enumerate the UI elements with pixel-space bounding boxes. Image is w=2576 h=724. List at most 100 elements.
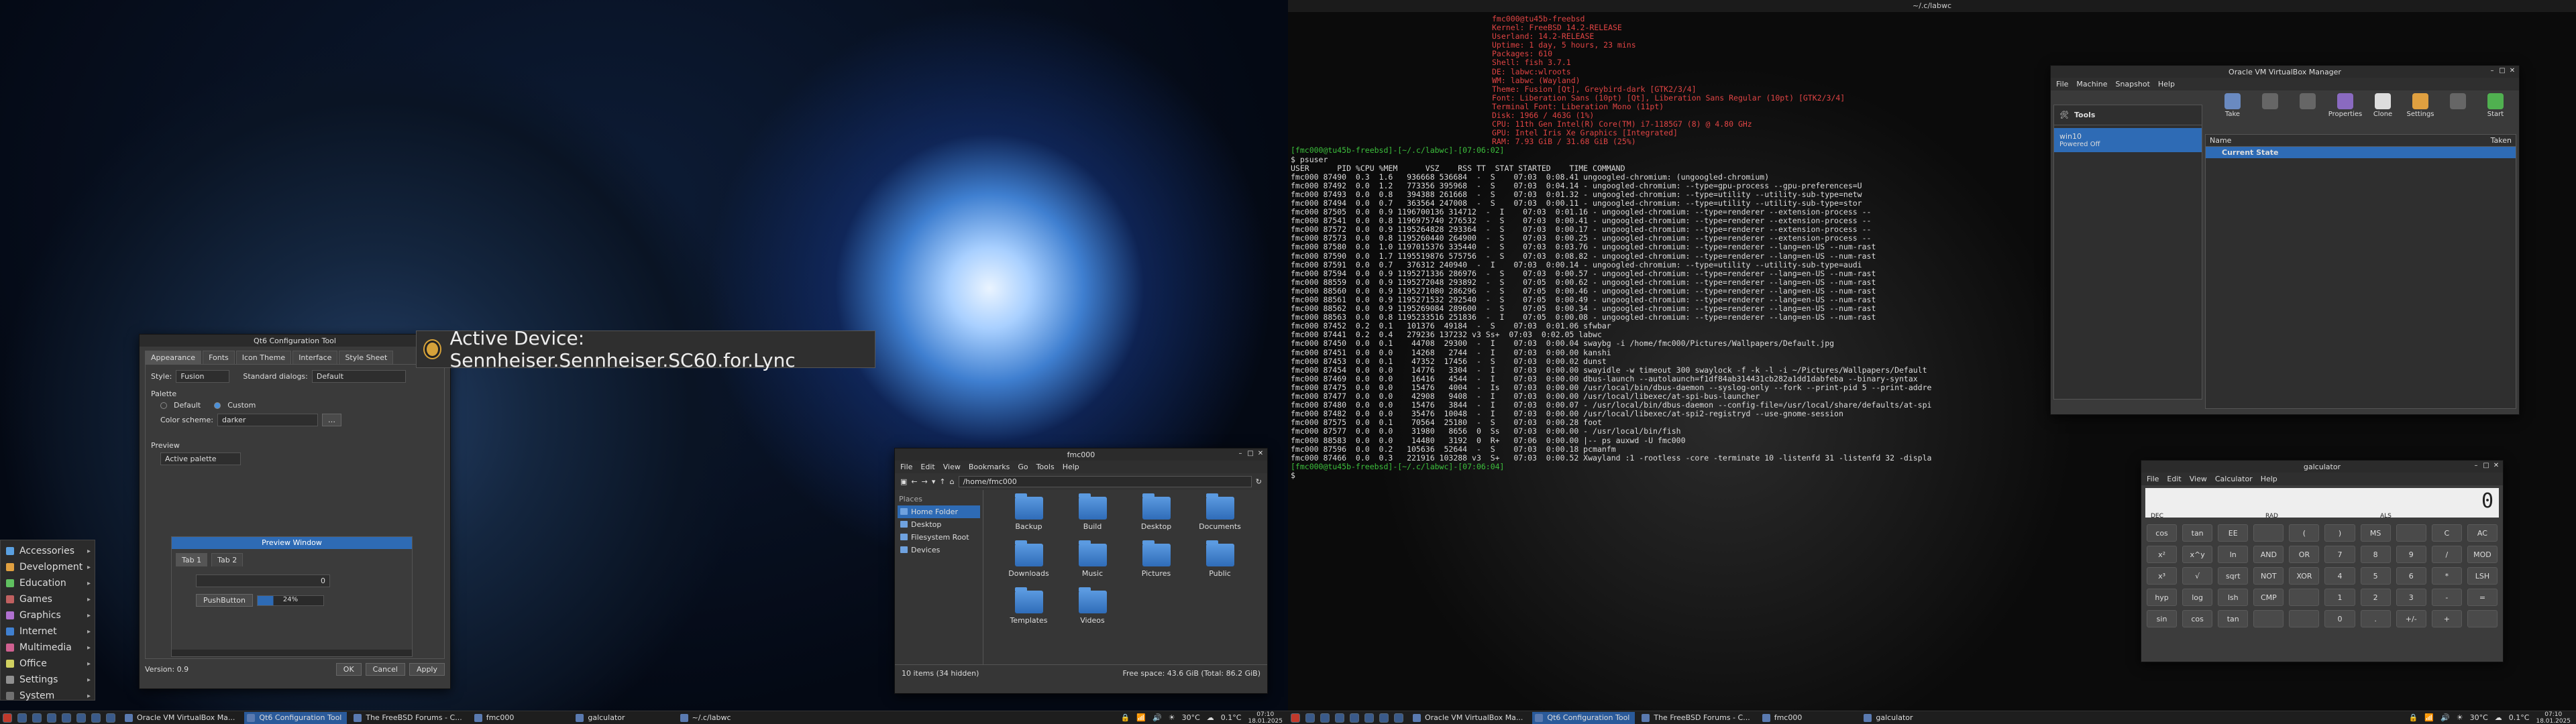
dialogs-select[interactable]: Default <box>311 370 406 383</box>
calc-key[interactable]: lsh <box>2218 589 2249 606</box>
menu-help[interactable]: Help <box>1063 463 1079 471</box>
network-icon[interactable]: 📶 <box>2424 713 2434 722</box>
calc-key[interactable]: 1 <box>2324 589 2355 606</box>
task-virtualbox[interactable]: Oracle VM VirtualBox Ma... <box>1410 712 1528 724</box>
lock-icon[interactable]: 🔒 <box>1121 713 1130 722</box>
menu-help[interactable]: Help <box>2261 475 2277 483</box>
close-icon[interactable]: ✕ <box>1256 450 1265 458</box>
folder-pictures[interactable]: Pictures <box>1124 540 1188 591</box>
calc-key[interactable]: C <box>2431 524 2462 542</box>
style-select[interactable]: Fusion <box>176 370 230 383</box>
menu-view[interactable]: View <box>943 463 961 471</box>
launcher-icon[interactable] <box>76 713 86 723</box>
current-state-row[interactable]: Current State <box>2206 147 2516 158</box>
folder-backup[interactable]: Backup <box>997 493 1061 544</box>
new-tab-icon[interactable]: ▣ <box>900 477 907 486</box>
radio-custom-icon[interactable] <box>214 402 221 409</box>
ok-button[interactable]: OK <box>335 663 362 676</box>
task-forums[interactable]: The FreeBSD Forums - C... <box>351 712 467 724</box>
task-galculator[interactable]: galculator <box>573 712 630 724</box>
launcher-icon[interactable] <box>62 713 71 723</box>
calc-key[interactable]: AC <box>2467 524 2498 542</box>
task-qt6[interactable]: Qt6 Configuration Tool <box>244 711 347 724</box>
task-forums[interactable]: The FreeBSD Forums - C... <box>1639 712 1755 724</box>
vbox-titlebar[interactable]: Oracle VM VirtualBox Manager – □ ✕ <box>2051 66 2519 78</box>
menu-file[interactable]: File <box>2056 80 2068 88</box>
tab-style-sheet[interactable]: Style Sheet <box>339 351 394 364</box>
menu-system[interactable]: System <box>1 688 95 704</box>
calc-key[interactable]: EE <box>2218 524 2249 542</box>
calc-key[interactable]: / <box>2431 546 2462 563</box>
calc-key[interactable]: log <box>2182 589 2213 606</box>
calc-key[interactable]: ) <box>2324 524 2355 542</box>
calc-key[interactable]: 3 <box>2396 589 2426 606</box>
calc-key[interactable] <box>2253 610 2284 627</box>
maximize-icon[interactable]: □ <box>2482 462 2490 470</box>
launcher-icon[interactable] <box>1335 713 1344 723</box>
calc-key[interactable]: * <box>2431 567 2462 585</box>
calc-key[interactable]: 0 <box>2324 610 2355 627</box>
cancel-button[interactable]: Cancel <box>365 663 405 676</box>
menu-help[interactable]: Help <box>2158 80 2175 88</box>
menu-accessories[interactable]: Accessories <box>1 543 95 559</box>
calc-key[interactable]: 7 <box>2324 546 2355 563</box>
calc-key[interactable]: + <box>2431 610 2462 627</box>
start-button[interactable]: Start <box>2479 93 2512 118</box>
folder-documents[interactable]: Documents <box>1188 493 1252 544</box>
mode-dec[interactable]: DEC <box>2151 513 2163 520</box>
calc-key[interactable] <box>2289 610 2320 627</box>
settings-button[interactable]: Settings <box>2404 93 2437 118</box>
calc-key[interactable]: +/- <box>2396 610 2426 627</box>
task-virtualbox[interactable]: Oracle VM VirtualBox Ma... <box>122 712 240 724</box>
minimize-icon[interactable]: – <box>1236 450 1244 458</box>
preview-spinbox[interactable]: 0 <box>196 575 330 587</box>
calc-key[interactable]: cos <box>2147 524 2178 542</box>
back-icon[interactable]: ← <box>911 477 917 486</box>
calc-key[interactable]: 8 <box>2360 546 2391 563</box>
task-terminal[interactable]: ~/.c/labwc <box>678 712 737 724</box>
go-icon[interactable]: ↻ <box>1256 477 1262 486</box>
calc-key[interactable]: OR <box>2289 546 2320 563</box>
calc-key[interactable]: 9 <box>2396 546 2426 563</box>
calc-key[interactable]: 6 <box>2396 567 2426 585</box>
lock-icon[interactable]: 🔒 <box>2409 713 2418 722</box>
menu-internet[interactable]: Internet <box>1 623 95 640</box>
clock[interactable]: 07:10 18.01.2025 <box>2536 711 2571 724</box>
launcher-icon[interactable] <box>1379 713 1389 723</box>
calc-key[interactable]: LSH <box>2467 567 2498 585</box>
preview-tab-2[interactable]: Tab 2 <box>211 553 244 566</box>
menu-go[interactable]: Go <box>1018 463 1028 471</box>
menu-education[interactable]: Education <box>1 575 95 591</box>
close-icon[interactable]: ✕ <box>2508 67 2516 75</box>
menu-file[interactable]: File <box>900 463 912 471</box>
menu-tools[interactable]: Tools <box>1036 463 1055 471</box>
home-icon[interactable]: ⌂ <box>950 477 955 486</box>
place-root[interactable]: Filesystem Root <box>898 531 980 544</box>
launcher-icon[interactable] <box>1305 713 1315 723</box>
menu-multimedia[interactable]: Multimedia <box>1 640 95 656</box>
launcher-icon[interactable] <box>91 713 101 723</box>
calc-key[interactable]: CMP <box>2253 589 2284 606</box>
maximize-icon[interactable]: □ <box>1246 450 1254 458</box>
menu-edit[interactable]: Edit <box>2167 475 2181 483</box>
tab-interface[interactable]: Interface <box>292 351 338 364</box>
menu-games[interactable]: Games <box>1 591 95 607</box>
calc-key[interactable]: NOT <box>2253 567 2284 585</box>
delete-snapshot-button[interactable] <box>2253 93 2287 118</box>
calc-key[interactable] <box>2396 524 2426 542</box>
task-fm[interactable]: fmc000 <box>472 712 520 724</box>
start-menu-icon[interactable] <box>3 713 12 723</box>
forward-icon[interactable]: → <box>922 477 928 486</box>
calc-key[interactable]: tan <box>2182 524 2213 542</box>
folder-downloads[interactable]: Downloads <box>997 540 1061 591</box>
calc-key[interactable] <box>2253 524 2284 542</box>
up-icon[interactable]: ↑ <box>939 477 945 486</box>
folder-videos[interactable]: Videos <box>1061 587 1124 638</box>
menu-file[interactable]: File <box>2147 475 2159 483</box>
calc-key[interactable]: 4 <box>2324 567 2355 585</box>
menu-graphics[interactable]: Graphics <box>1 607 95 623</box>
calc-key[interactable]: ln <box>2218 546 2249 563</box>
calc-key[interactable]: XOR <box>2289 567 2320 585</box>
calc-key[interactable]: hyp <box>2147 589 2178 606</box>
fm-titlebar[interactable]: fmc000 – □ ✕ <box>895 448 1267 461</box>
